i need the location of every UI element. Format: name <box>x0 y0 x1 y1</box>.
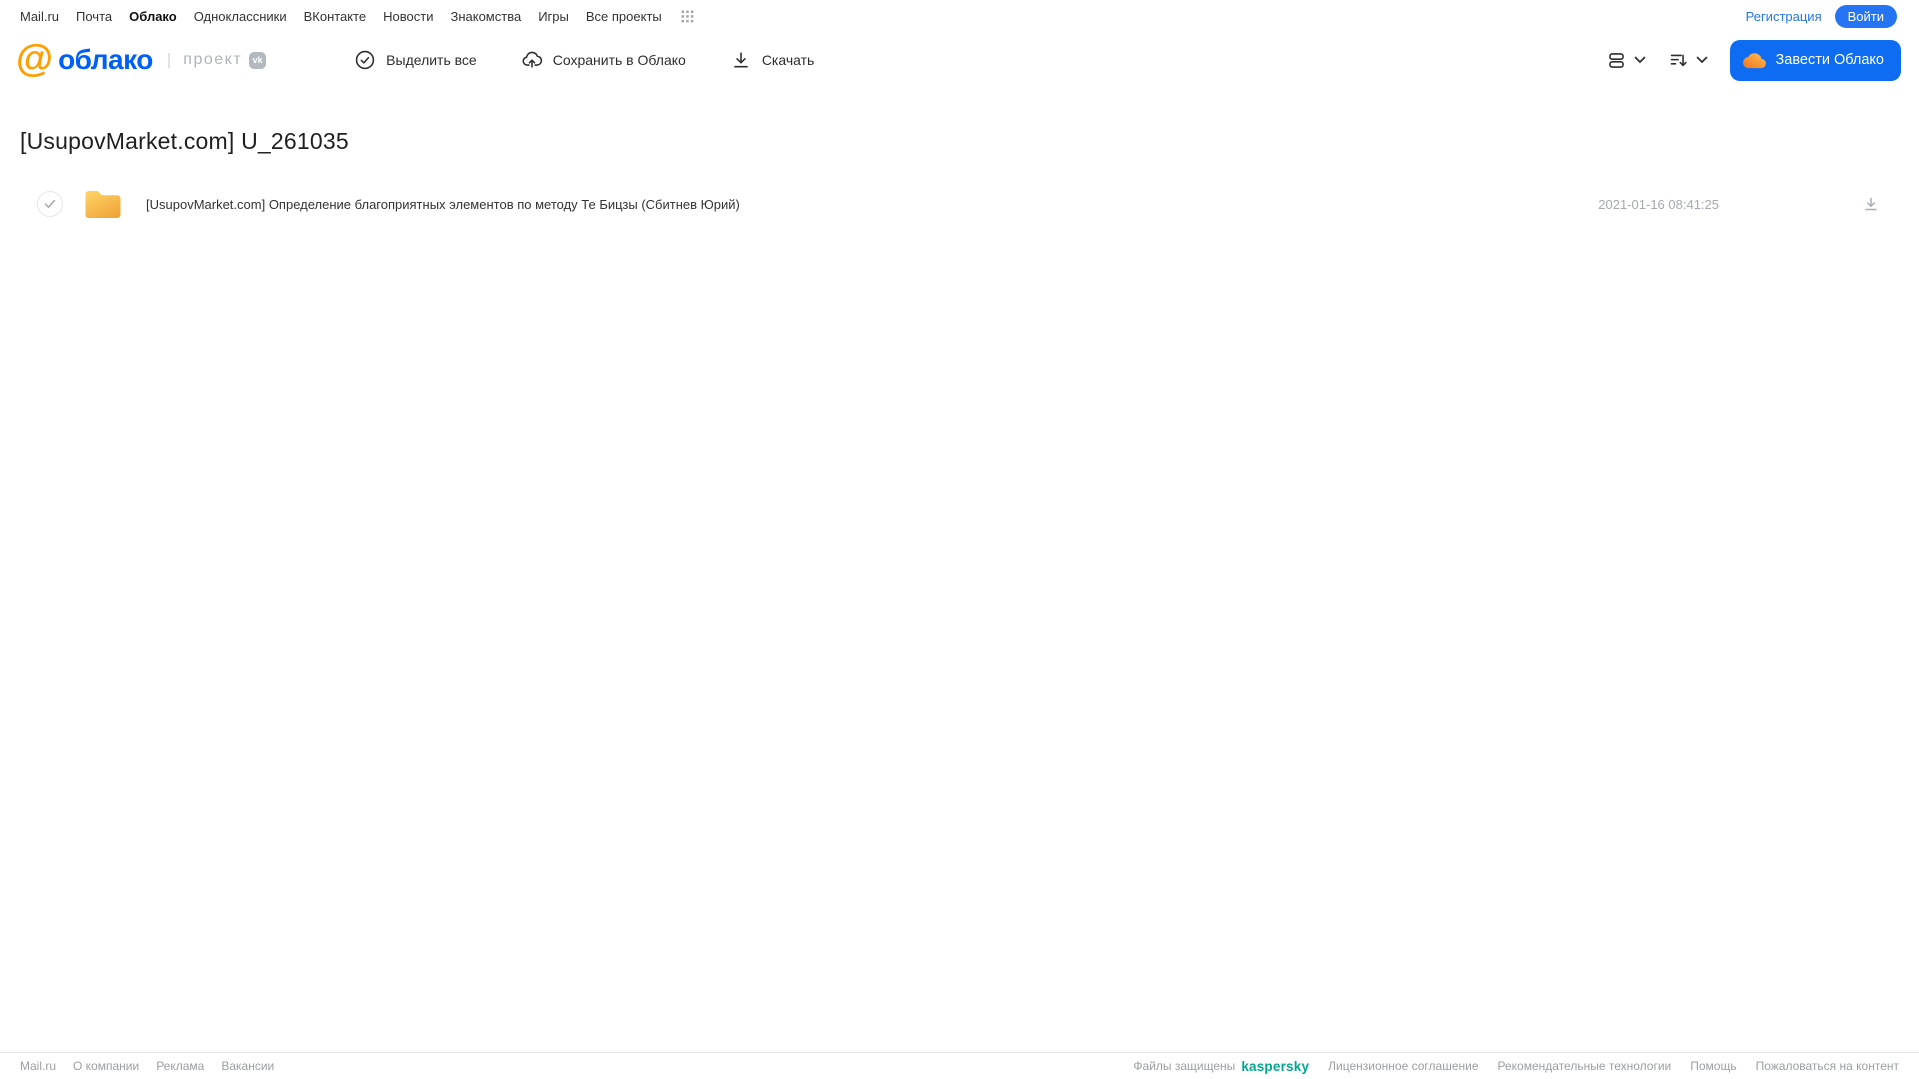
cloud-logo[interactable]: @ облако <box>16 38 153 80</box>
portal-nav-right: Регистрация Войти <box>1746 4 1897 28</box>
toolbar-actions: Выделить все Сохранить в Облако Скачать <box>354 49 814 71</box>
nav-item-cloud[interactable]: Облако <box>129 9 177 24</box>
footer-link-help[interactable]: Помощь <box>1690 1059 1736 1073</box>
footer-link-license[interactable]: Лицензионное соглашение <box>1328 1059 1478 1073</box>
footer: Mail.ru О компании Реклама Вакансии Файл… <box>0 1052 1919 1079</box>
project-label-text: проект <box>183 51 243 68</box>
file-name[interactable]: [UsupovMarket.com] Определение благоприя… <box>146 197 740 212</box>
footer-right-links: Файлы защищены kaspersky Лицензионное со… <box>1133 1059 1899 1074</box>
download-label: Скачать <box>761 52 815 68</box>
nav-item-games[interactable]: Игры <box>538 9 569 24</box>
vk-project-label: проект vk <box>183 51 267 69</box>
nav-item-news[interactable]: Новости <box>383 9 433 24</box>
get-cloud-label: Завести Облако <box>1775 52 1884 68</box>
logo-divider: | <box>166 50 172 69</box>
nav-item-odnoklassniki[interactable]: Одноклассники <box>194 9 287 24</box>
mailru-at-icon: @ <box>16 38 54 80</box>
select-all-button[interactable]: Выделить все <box>354 49 477 71</box>
nav-item-vkontakte[interactable]: ВКонтакте <box>304 9 367 24</box>
footer-link-mailru[interactable]: Mail.ru <box>20 1059 56 1073</box>
chevron-down-icon <box>1634 56 1646 64</box>
view-mode-selector[interactable] <box>1602 46 1650 75</box>
row-download-icon[interactable] <box>1862 195 1880 213</box>
cloud-upload-icon <box>521 49 543 71</box>
footer-link-about[interactable]: О компании <box>73 1059 139 1073</box>
get-cloud-button[interactable]: Завести Облако <box>1729 39 1901 81</box>
check-circle-icon <box>354 49 376 71</box>
save-to-cloud-button[interactable]: Сохранить в Облако <box>521 49 686 71</box>
select-all-label: Выделить все <box>386 52 477 68</box>
nav-item-all-projects[interactable]: Все проекты <box>586 9 662 24</box>
protected-label: Файлы защищены <box>1133 1059 1236 1073</box>
sort-icon <box>1668 50 1689 71</box>
main-content: [UsupovMarket.com] U_261035 [UsupovMarke… <box>0 128 1919 227</box>
login-button[interactable]: Войти <box>1834 4 1897 28</box>
page-title: [UsupovMarket.com] U_261035 <box>20 128 349 154</box>
nav-item-dating[interactable]: Знакомства <box>450 9 521 24</box>
file-row[interactable]: [UsupovMarket.com] Определение благоприя… <box>20 181 1899 227</box>
apps-grid-icon[interactable] <box>681 10 694 23</box>
portal-nav: Mail.ru Почта Облако Одноклассники ВКонт… <box>0 0 1919 32</box>
download-icon <box>730 49 752 71</box>
chevron-down-icon <box>1696 56 1708 64</box>
footer-link-ads[interactable]: Реклама <box>156 1059 204 1073</box>
row-checkbox[interactable] <box>37 191 63 217</box>
toolbar-right: Завести Облако <box>1602 39 1901 81</box>
kaspersky-logo[interactable]: kaspersky <box>1241 1059 1309 1074</box>
portal-nav-links: Mail.ru Почта Облако Одноклассники ВКонт… <box>20 9 694 24</box>
save-to-cloud-label: Сохранить в Облако <box>552 52 686 68</box>
footer-link-recommendations[interactable]: Рекомендательные технологии <box>1498 1059 1672 1073</box>
footer-left-links: Mail.ru О компании Реклама Вакансии <box>20 1059 274 1073</box>
list-view-icon <box>1606 50 1627 71</box>
nav-item-mailru[interactable]: Mail.ru <box>20 9 59 24</box>
folder-icon <box>84 189 122 220</box>
footer-link-report[interactable]: Пожаловаться на контент <box>1756 1059 1899 1073</box>
nav-item-mail[interactable]: Почта <box>76 9 112 24</box>
file-date: 2021-01-16 08:41:25 <box>1598 196 1719 212</box>
footer-link-jobs[interactable]: Вакансии <box>221 1059 274 1073</box>
download-button[interactable]: Скачать <box>730 49 815 71</box>
cloud-toolbar: @ облако | проект vk Выделить все Сохран… <box>0 32 1919 88</box>
file-row-meta: 2021-01-16 08:41:25 <box>1598 195 1893 213</box>
vk-icon: vk <box>249 51 267 69</box>
sort-selector[interactable] <box>1664 46 1712 75</box>
kaspersky-protection: Файлы защищены kaspersky <box>1133 1059 1309 1074</box>
cloud-orange-icon <box>1742 49 1766 72</box>
cloud-logo-text: облако <box>58 44 153 75</box>
registration-link[interactable]: Регистрация <box>1746 9 1822 24</box>
